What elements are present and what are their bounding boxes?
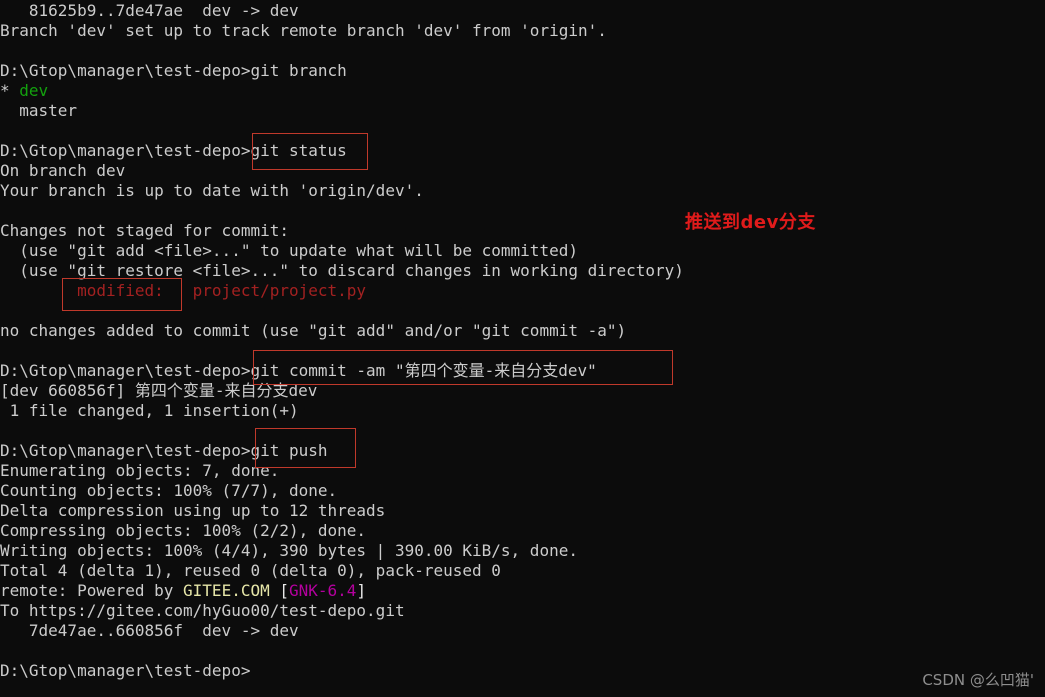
- terminal-line: D:\Gtop\manager\test-depo>git status: [0, 141, 1045, 161]
- highlight-box-modified: [62, 278, 182, 311]
- terminal-text: Your branch is up to date with 'origin/d…: [0, 181, 424, 200]
- terminal-line: 1 file changed, 1 insertion(+): [0, 401, 1045, 421]
- terminal-text: ]: [356, 581, 367, 600]
- terminal-text: Writing objects: 100% (4/4), 390 bytes |…: [0, 541, 578, 560]
- terminal-line: To https://gitee.com/hyGuo00/test-depo.g…: [0, 601, 1045, 621]
- terminal-text: Compressing objects: 100% (2/2), done.: [0, 521, 367, 540]
- terminal-text: D:\Gtop\manager\test-depo>git branch: [0, 61, 347, 80]
- terminal-line: Your branch is up to date with 'origin/d…: [0, 181, 1045, 201]
- terminal-line: D:\Gtop\manager\test-depo>git branch: [0, 61, 1045, 81]
- terminal-line: Enumerating objects: 7, done.: [0, 461, 1045, 481]
- terminal-text: master: [0, 101, 78, 120]
- terminal-text: dev: [19, 81, 49, 100]
- terminal-text: 1 file changed, 1 insertion(+): [0, 401, 299, 420]
- terminal-text: Branch 'dev' set up to track remote bran…: [0, 21, 607, 40]
- terminal-line: On branch dev: [0, 161, 1045, 181]
- terminal-text: [: [269, 581, 289, 600]
- csdn-watermark: CSDN @么凹猫': [922, 671, 1034, 689]
- terminal-text: Total 4 (delta 1), reused 0 (delta 0), p…: [0, 561, 501, 580]
- terminal-text: GNK-6.4: [289, 581, 357, 600]
- terminal-line: Compressing objects: 100% (2/2), done.: [0, 521, 1045, 541]
- terminal-text: To https://gitee.com/hyGuo00/test-depo.g…: [0, 601, 405, 620]
- terminal-line: Delta compression using up to 12 threads: [0, 501, 1045, 521]
- terminal-line: D:\Gtop\manager\test-depo>git push: [0, 441, 1045, 461]
- terminal-line: Changes not staged for commit:: [0, 221, 1045, 241]
- terminal-text: no changes added to commit (use "git add…: [0, 321, 627, 340]
- terminal-text: modified: project/project.py: [0, 281, 367, 300]
- terminal-text: Delta compression using up to 12 threads: [0, 501, 386, 520]
- terminal-text: GITEE.COM: [183, 581, 270, 600]
- terminal-line: master: [0, 101, 1045, 121]
- highlight-box-git-status: [252, 133, 368, 170]
- terminal-line: remote: Powered by GITEE.COM [GNK-6.4]: [0, 581, 1045, 601]
- terminal-line: (use "git add <file>..." to update what …: [0, 241, 1045, 261]
- terminal-text: Enumerating objects: 7, done.: [0, 461, 280, 480]
- terminal-text: 7de47ae..660856f dev -> dev: [0, 621, 299, 640]
- terminal-line: Writing objects: 100% (4/4), 390 bytes |…: [0, 541, 1045, 561]
- terminal-line: Counting objects: 100% (7/7), done.: [0, 481, 1045, 501]
- highlight-box-git-push: [255, 428, 356, 468]
- terminal-text: 81625b9..7de47ae dev -> dev: [0, 1, 299, 20]
- terminal-text: Changes not staged for commit:: [0, 221, 289, 240]
- terminal-text: *: [0, 81, 20, 100]
- terminal-text: remote: Powered by: [0, 581, 184, 600]
- terminal-output: 81625b9..7de47ae dev -> dev Branch 'dev' …: [0, 1, 1045, 681]
- terminal-window[interactable]: 81625b9..7de47ae dev -> dev Branch 'dev' …: [0, 0, 1045, 697]
- terminal-text: Counting objects: 100% (7/7), done.: [0, 481, 338, 500]
- terminal-line: no changes added to commit (use "git add…: [0, 321, 1045, 341]
- terminal-line: 81625b9..7de47ae dev -> dev: [0, 1, 1045, 21]
- terminal-line: 7de47ae..660856f dev -> dev: [0, 621, 1045, 641]
- highlight-box-git-commit: [253, 350, 673, 385]
- terminal-line: D:\Gtop\manager\test-depo>: [0, 661, 1045, 681]
- terminal-line: Total 4 (delta 1), reused 0 (delta 0), p…: [0, 561, 1045, 581]
- terminal-line: Branch 'dev' set up to track remote bran…: [0, 21, 1045, 41]
- annotation-note-push-to-dev: 推送到dev分支: [685, 212, 816, 233]
- terminal-line: * dev: [0, 81, 1045, 101]
- terminal-text: On branch dev: [0, 161, 126, 180]
- terminal-text: D:\Gtop\manager\test-depo>: [0, 661, 251, 680]
- terminal-text: (use "git add <file>..." to update what …: [0, 241, 578, 260]
